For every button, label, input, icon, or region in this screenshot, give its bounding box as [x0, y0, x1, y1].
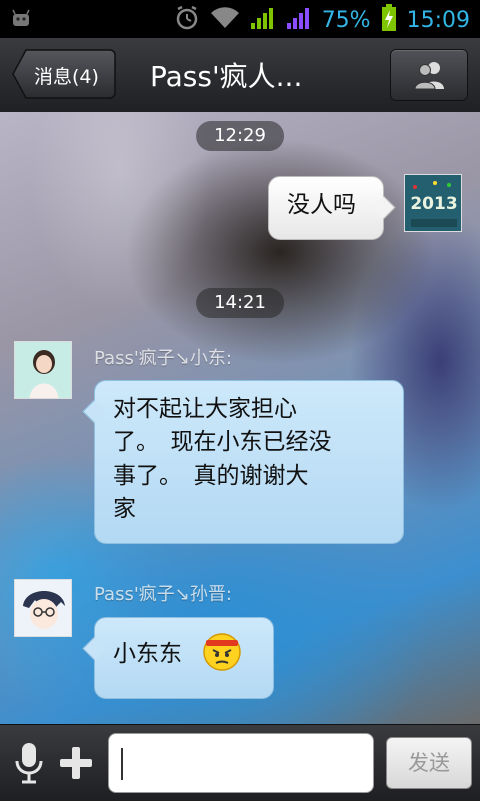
- timestamp: 12:29: [196, 121, 284, 151]
- battery-charging-icon: [381, 4, 397, 37]
- message-line: 了。 现在小东已经没: [113, 429, 332, 456]
- message-text: 小东东: [113, 641, 182, 667]
- status-bar: 75% 15:09: [0, 0, 480, 38]
- send-button[interactable]: 发送: [386, 737, 472, 789]
- bubble-tail: [82, 399, 107, 424]
- incoming-message-bubble[interactable]: 对不起让大家担心 了。 现在小东已经没 事了。 真的谢谢大 家: [82, 380, 404, 544]
- incoming-message-bubble[interactable]: 小东东: [82, 617, 274, 699]
- alarm-icon: [174, 5, 200, 36]
- avatar-girl-image[interactable]: [14, 341, 72, 399]
- sender-name: Pass'疯子↘孙晋:: [94, 584, 232, 605]
- text-caret: [121, 748, 123, 780]
- sender-name: Pass'疯子↘小东:: [94, 348, 232, 369]
- android-debug-icon: [10, 9, 32, 33]
- input-bar: 发送: [0, 724, 480, 801]
- chat-header: 消息(4) Pass'疯人...: [0, 38, 480, 113]
- signal-icon: [250, 6, 276, 35]
- battery-percent: 75%: [321, 8, 371, 33]
- signal-icon-2: [286, 6, 312, 35]
- back-button[interactable]: 消息(4): [12, 49, 116, 99]
- plus-icon[interactable]: [58, 743, 94, 783]
- microphone-icon[interactable]: [14, 741, 44, 785]
- chat-title: Pass'疯人...: [150, 60, 303, 93]
- status-time: 15:09: [406, 8, 470, 33]
- svg-text:2013: 2013: [410, 194, 457, 214]
- avatar-anime-boy-image[interactable]: [14, 579, 72, 637]
- chat-area[interactable]: 12:29 没人吗 2013 14:21 Pass'疯子↘小东: 对不起让大家担…: [0, 112, 480, 724]
- wifi-icon: [210, 7, 240, 34]
- message-text: 没人吗: [287, 192, 356, 218]
- message-line: 对不起让大家担心: [113, 396, 297, 422]
- message-line: 家: [113, 496, 136, 523]
- chat-info-button[interactable]: [390, 49, 468, 101]
- contacts-icon: [413, 59, 447, 95]
- message-input[interactable]: [108, 733, 374, 793]
- bubble-tail: [82, 636, 107, 661]
- angry-headband-emoji: [201, 630, 243, 682]
- message-line: 事了。 真的谢谢大: [113, 462, 309, 489]
- avatar-2013-image[interactable]: 2013: [404, 174, 462, 232]
- back-button-label: 消息(4): [34, 66, 99, 88]
- timestamp: 14:21: [196, 288, 284, 318]
- outgoing-message-bubble[interactable]: 没人吗: [268, 176, 396, 240]
- bubble-tail: [371, 195, 396, 220]
